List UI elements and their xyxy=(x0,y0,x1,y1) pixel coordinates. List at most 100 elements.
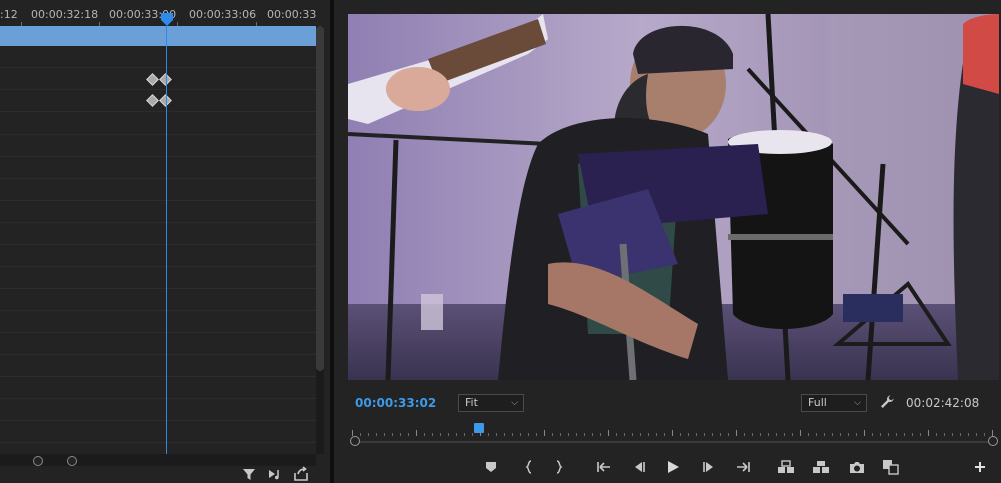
track-divider xyxy=(0,178,316,179)
program-video-frame[interactable] xyxy=(348,14,999,380)
ruler-tick xyxy=(496,433,497,436)
zoom-handle-left[interactable] xyxy=(350,436,360,446)
ruler-tick xyxy=(536,433,537,436)
work-area-bar[interactable] xyxy=(0,26,316,46)
ruler-tick xyxy=(432,433,433,436)
zoom-scrollbar[interactable] xyxy=(0,454,316,466)
track-divider xyxy=(0,134,316,135)
mark-out-icon xyxy=(556,460,563,474)
track-divider xyxy=(0,354,316,355)
ruler-tick xyxy=(512,433,513,436)
zoom-level-select[interactable]: Fit ⌵ xyxy=(458,394,524,412)
ruler-tick xyxy=(960,433,961,436)
resolution-value: Full xyxy=(808,396,827,409)
ruler-tick xyxy=(968,433,969,436)
ruler-tick xyxy=(888,433,889,436)
extract-button[interactable] xyxy=(812,459,830,475)
ruler-tick xyxy=(600,433,601,436)
track-divider xyxy=(0,442,316,443)
ruler-tick xyxy=(408,433,409,436)
go-to-in-button[interactable] xyxy=(595,459,613,475)
playhead-line xyxy=(166,26,167,454)
monitor-playhead[interactable] xyxy=(474,423,484,433)
step-back-icon xyxy=(635,462,645,472)
playhead-handle[interactable] xyxy=(160,13,174,26)
ruler-tick xyxy=(936,433,937,436)
ruler-label: 00:00:32:18 xyxy=(31,8,99,21)
ruler-tick xyxy=(744,433,745,436)
camera-icon xyxy=(850,462,864,473)
ruler-tick xyxy=(504,433,505,436)
ruler-tick xyxy=(944,433,945,436)
ruler-tick xyxy=(880,433,881,436)
ruler-tick xyxy=(664,433,665,436)
chevron-down-icon: ⌵ xyxy=(854,398,861,408)
ruler-tick xyxy=(520,433,521,436)
monitor-zoom-bar[interactable] xyxy=(352,441,994,443)
step-back-button[interactable] xyxy=(630,459,648,475)
wrench-icon[interactable] xyxy=(879,394,895,410)
track-divider xyxy=(0,288,316,289)
ruler-tick xyxy=(720,433,721,436)
ruler-tick xyxy=(760,433,761,436)
keyframe-track-area[interactable] xyxy=(0,46,316,454)
go-to-out-button[interactable] xyxy=(734,459,752,475)
ruler-tick xyxy=(360,433,361,436)
ruler-tick xyxy=(728,433,729,436)
ruler-tick xyxy=(952,433,953,436)
add-marker-button[interactable] xyxy=(482,459,500,475)
track-divider xyxy=(0,266,316,267)
step-forward-button[interactable] xyxy=(700,459,718,475)
add-button[interactable] xyxy=(971,459,989,475)
ruler-tick xyxy=(608,430,609,436)
track-divider xyxy=(0,310,316,311)
ruler-tick xyxy=(680,433,681,436)
ruler-tick xyxy=(576,433,577,436)
audio-only-icon[interactable] xyxy=(267,466,283,482)
playback-resolution-select[interactable]: Full ⌵ xyxy=(801,394,867,412)
ruler-tick xyxy=(816,433,817,436)
ruler-tick xyxy=(672,430,673,436)
vertical-scrollbar-thumb[interactable] xyxy=(316,26,324,371)
plus-icon xyxy=(975,462,985,472)
export-frame-button[interactable] xyxy=(848,459,866,475)
ruler-tick xyxy=(648,433,649,436)
ruler-tick xyxy=(696,433,697,436)
ruler-tick xyxy=(824,433,825,436)
lift-button[interactable] xyxy=(777,459,795,475)
add-marker-icon xyxy=(486,462,496,472)
time-ruler[interactable]: :12 00:00:32:18 00:00:33:00 00:00:33:06 … xyxy=(0,0,316,26)
track-divider xyxy=(0,376,316,377)
mark-in-button[interactable] xyxy=(520,459,538,475)
ruler-tick xyxy=(712,433,713,436)
zoom-handle-right[interactable] xyxy=(988,436,998,446)
ruler-tick xyxy=(376,433,377,436)
ruler-tick xyxy=(584,433,585,436)
extract-icon xyxy=(813,461,829,473)
chevron-down-icon: ⌵ xyxy=(511,398,518,408)
ruler-tick xyxy=(400,433,401,436)
zoom-handle-right[interactable] xyxy=(67,456,77,466)
ruler-tick xyxy=(792,433,793,436)
current-timecode[interactable]: 00:00:33:02 xyxy=(355,396,436,410)
export-icon[interactable] xyxy=(293,466,309,482)
comparison-view-icon xyxy=(883,460,899,475)
track-divider xyxy=(0,89,316,90)
ruler-tick xyxy=(976,433,977,436)
ruler-tick xyxy=(488,433,489,436)
monitor-time-ruler[interactable] xyxy=(352,426,994,436)
ruler-tick xyxy=(440,433,441,436)
play-icon xyxy=(668,461,679,473)
track-divider xyxy=(0,67,316,68)
ruler-tick xyxy=(800,430,801,436)
comparison-view-button[interactable] xyxy=(882,459,900,475)
filter-icon[interactable] xyxy=(241,466,257,482)
mark-out-button[interactable] xyxy=(550,459,568,475)
track-divider xyxy=(0,200,316,201)
ruler-tick xyxy=(736,430,737,436)
ruler-tick xyxy=(920,433,921,436)
zoom-handle-left[interactable] xyxy=(33,456,43,466)
ruler-tick xyxy=(984,433,985,436)
ruler-tick xyxy=(704,433,705,436)
play-button[interactable] xyxy=(664,459,682,475)
